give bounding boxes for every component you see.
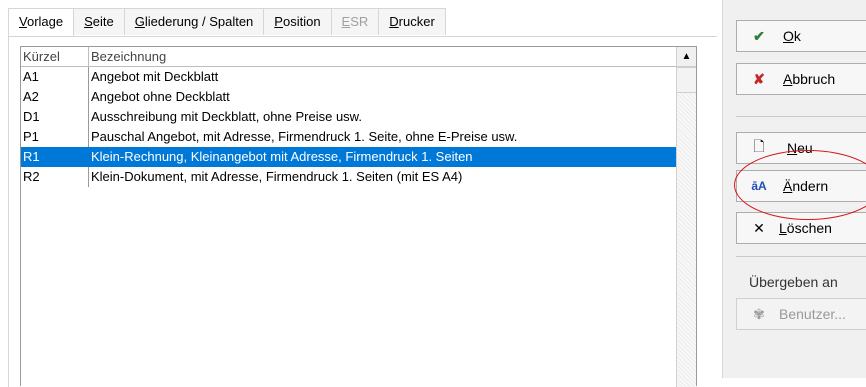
list-row-d1[interactable]: D1 Ausschreibung mit Deckblatt, ohne Pre…	[21, 107, 676, 127]
list-row-r2[interactable]: R2 Klein-Dokument, mit Adresse, Firmendr…	[21, 167, 676, 187]
list-row-a1[interactable]: A1 Angebot mit Deckblatt	[21, 67, 676, 87]
cell-name: Ausschreibung mit Deckblatt, ohne Preise…	[91, 109, 362, 124]
tab-esr[interactable]: ESR	[331, 8, 380, 35]
cell-code: P1	[21, 127, 89, 147]
cell-code: D1	[21, 107, 89, 127]
tab-strip: Vorlage Seite Gliederung / Spalten Posit…	[8, 8, 446, 37]
abbruch-button[interactable]: ✘ Abbruch	[736, 63, 866, 95]
column-header-bezeichnung[interactable]: Bezeichnung	[89, 47, 676, 66]
tab-position[interactable]: Position	[264, 8, 332, 35]
action-panel: ✔ Ok ✘ Abbruch 🗋 Neu āA Ändern ✕ Löschen…	[723, 0, 866, 378]
cell-code: R1	[21, 147, 89, 167]
section-label-uebergeben: Übergeben an	[749, 274, 838, 290]
loeschen-button[interactable]: ✕ Löschen	[736, 212, 866, 244]
edit-text-icon: āA	[751, 179, 767, 193]
new-page-icon: 🗋	[753, 138, 765, 154]
aendern-button[interactable]: āA Ändern	[736, 170, 866, 202]
tab-drucker[interactable]: Drucker	[379, 8, 446, 35]
cell-name: Pauschal Angebot, mit Adresse, Firmendru…	[91, 129, 518, 144]
vertical-scrollbar[interactable]: ▲	[676, 47, 696, 387]
list-row-a2[interactable]: A2 Angebot ohne Deckblatt	[21, 87, 676, 107]
list-row-p1[interactable]: P1 Pauschal Angebot, mit Adresse, Firmen…	[21, 127, 676, 147]
cell-code: A2	[21, 87, 89, 107]
arrow-up-icon: ▲	[681, 51, 692, 62]
ok-button[interactable]: ✔ Ok	[736, 20, 866, 52]
template-list[interactable]: Kürzel Bezeichnung A1 Angebot mit Deckbl…	[20, 46, 697, 387]
delete-icon: ✕	[753, 219, 765, 236]
separator	[736, 116, 866, 117]
list-row-r1-selected[interactable]: R1 Klein-Rechnung, Kleinangebot mit Adre…	[21, 147, 676, 167]
tab-seite[interactable]: Seite	[74, 8, 125, 35]
users-icon: ✾	[753, 305, 765, 322]
cell-name: Angebot mit Deckblatt	[91, 69, 219, 84]
separator	[736, 256, 866, 257]
tab-vorlage[interactable]: Vorlage	[8, 8, 75, 37]
list-rows: A1 Angebot mit Deckblatt A2 Angebot ohne…	[21, 67, 676, 187]
cell-code: R2	[21, 167, 89, 187]
cross-icon: ✘	[753, 70, 765, 87]
cell-name: Klein-Dokument, mit Adresse, Firmendruck…	[91, 169, 463, 184]
column-header-kuerzel[interactable]: Kürzel	[21, 47, 89, 66]
scrollbar-thumb[interactable]	[677, 67, 696, 93]
cell-code: A1	[21, 67, 89, 87]
neu-button[interactable]: 🗋 Neu	[736, 132, 866, 164]
scroll-up-button[interactable]: ▲	[677, 47, 696, 67]
benutzer-button[interactable]: ✾ Benutzer...	[736, 298, 866, 330]
list-header: Kürzel Bezeichnung	[21, 47, 676, 67]
cell-name: Klein-Rechnung, Kleinangebot mit Adresse…	[91, 149, 473, 164]
cell-name: Angebot ohne Deckblatt	[91, 89, 230, 104]
tab-gliederung-spalten[interactable]: Gliederung / Spalten	[124, 8, 265, 35]
check-icon: ✔	[753, 27, 765, 44]
